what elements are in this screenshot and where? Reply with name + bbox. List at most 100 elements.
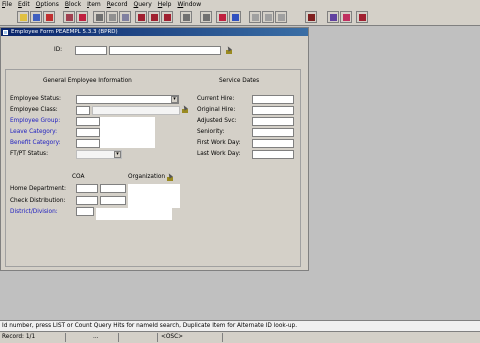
menu-item[interactable]: Item — [87, 1, 101, 8]
menu-help[interactable]: Help — [158, 1, 172, 8]
id-name-field[interactable] — [109, 46, 221, 55]
original-hire-label: Original Hire: — [197, 107, 236, 113]
remove-record-icon — [79, 14, 86, 21]
tree-button[interactable] — [356, 11, 368, 23]
check-dist-org-field[interactable] — [100, 196, 126, 205]
list-button[interactable] — [216, 11, 228, 23]
menu-record[interactable]: Record — [107, 1, 128, 8]
home-department-label: Home Department: — [10, 186, 66, 192]
insert-record-button[interactable] — [63, 11, 75, 23]
coa-label: COA — [72, 174, 85, 180]
first-work-day-label: First Work Day: — [197, 140, 241, 146]
benefit-category-label: Benefit Category: — [10, 140, 61, 146]
status-divider — [157, 333, 158, 342]
check-distribution-label: Check Distribution: — [10, 198, 66, 204]
service-dates-header: Service Dates — [219, 78, 260, 84]
check-dist-coa-field[interactable] — [76, 196, 98, 205]
employee-class-search-icon[interactable] — [181, 105, 190, 114]
menu-window[interactable]: Window — [177, 1, 201, 8]
current-hire-label: Current Hire: — [197, 96, 235, 102]
rollback-button[interactable] — [30, 11, 42, 23]
last-work-day-field[interactable] — [252, 150, 294, 159]
employee-group-label: Employee Group: — [10, 118, 61, 124]
ft-pt-status-label: FT/PT Status: — [10, 151, 49, 157]
execute-query-button[interactable] — [200, 11, 212, 23]
enter-query-icon — [183, 14, 190, 21]
status-bar: Record: 1/1 ... <OSC> — [0, 331, 480, 343]
menu-bar: File Edit Options Block Item Record Quer… — [0, 0, 480, 9]
window-titlebar[interactable]: Employee Form PEAEMPL 5.3.3 (BPRD) — [1, 28, 308, 36]
next-record-icon — [164, 14, 171, 21]
calendar-button[interactable] — [340, 11, 352, 23]
execute-query-icon — [203, 14, 210, 21]
save-icon — [20, 14, 27, 21]
osc-indicator: <OSC> — [161, 334, 184, 340]
window-title: Employee Form PEAEMPL 5.3.3 (BPRD) — [11, 29, 118, 35]
check-dist-desc-area — [128, 196, 180, 208]
tools-icon — [308, 14, 315, 21]
menu-file[interactable]: File — [2, 1, 12, 8]
exit-button[interactable] — [43, 11, 55, 23]
employee-class-code-field[interactable] — [76, 106, 90, 115]
seniority-field[interactable] — [252, 128, 294, 137]
menu-query[interactable]: Query — [134, 1, 152, 8]
organization-search-icon[interactable] — [166, 173, 175, 182]
employee-form-window: Employee Form PEAEMPL 5.3.3 (BPRD) ID: G… — [0, 27, 309, 271]
chart-button[interactable] — [229, 11, 241, 23]
adjusted-svc-field[interactable] — [252, 117, 294, 126]
menu-block[interactable]: Block — [65, 1, 81, 8]
general-info-header: General Employee Information — [43, 78, 132, 84]
previous-record-button[interactable] — [148, 11, 160, 23]
help-button[interactable] — [262, 11, 274, 23]
home-dept-org-field[interactable] — [100, 184, 126, 193]
previous-record-icon — [151, 14, 158, 21]
leave-category-field[interactable] — [76, 128, 100, 137]
menu-edit[interactable]: Edit — [18, 1, 30, 8]
previous-block-button[interactable] — [119, 11, 131, 23]
employee-group-field[interactable] — [76, 117, 100, 126]
status-divider — [65, 333, 66, 342]
help-icon — [265, 14, 272, 21]
id-search-icon[interactable] — [225, 46, 234, 55]
current-hire-field[interactable] — [252, 95, 294, 104]
save-button[interactable] — [17, 11, 29, 23]
first-work-day-field[interactable] — [252, 139, 294, 148]
print-button[interactable] — [93, 11, 105, 23]
enter-query-button[interactable] — [180, 11, 192, 23]
tools-button[interactable] — [305, 11, 317, 23]
print-icon — [96, 14, 103, 21]
last-work-day-label: Last Work Day: — [197, 151, 241, 157]
benefit-category-field[interactable] — [76, 139, 100, 148]
tree-icon — [359, 14, 366, 21]
employee-status-select[interactable] — [76, 95, 179, 104]
employee-class-desc-field — [92, 106, 180, 115]
report-button[interactable] — [249, 11, 261, 23]
employee-status-label: Employee Status: — [10, 96, 61, 102]
search-icon — [109, 14, 116, 21]
calendar-icon — [343, 14, 350, 21]
status-divider — [118, 333, 119, 342]
original-hire-field[interactable] — [252, 106, 294, 115]
ft-pt-dropdown-icon[interactable]: ▾ — [114, 151, 121, 158]
exit-form-icon — [330, 14, 337, 21]
report-icon — [252, 14, 259, 21]
id-field[interactable] — [75, 46, 107, 55]
organization-label: Organization — [128, 174, 166, 180]
menu-options[interactable]: Options — [36, 1, 59, 8]
rollback-icon — [33, 14, 40, 21]
insert-record-icon — [66, 14, 73, 21]
id-label: ID: — [54, 47, 63, 53]
category-description-area — [100, 117, 155, 148]
attachments-button[interactable] — [275, 11, 287, 23]
home-dept-coa-field[interactable] — [76, 184, 98, 193]
search-button[interactable] — [106, 11, 118, 23]
employee-status-dropdown-icon[interactable]: ▾ — [171, 96, 178, 103]
seniority-label: Seniority: — [197, 129, 225, 135]
remove-record-button[interactable] — [76, 11, 88, 23]
employee-class-label: Employee Class: — [10, 107, 58, 113]
exit-form-button[interactable] — [327, 11, 339, 23]
next-record-button[interactable] — [161, 11, 173, 23]
next-block-button[interactable] — [135, 11, 147, 23]
district-division-field[interactable] — [76, 207, 94, 216]
status-message: Id number, press LIST or Count Query Hit… — [0, 320, 480, 331]
